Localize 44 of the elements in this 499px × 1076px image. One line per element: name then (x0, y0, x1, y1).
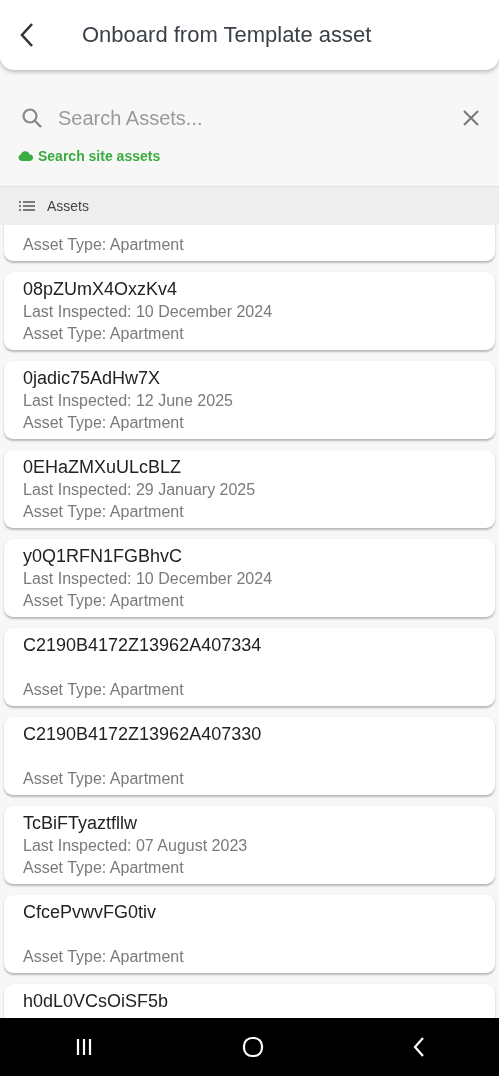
asset-name: CfcePvwvFG0tiv (23, 901, 158, 924)
last-inspected: Last Inspected: 07 August 2023 (23, 836, 249, 856)
asset-type: Asset Type: Apartment (23, 591, 185, 611)
asset-type: Asset Type: Apartment (23, 502, 185, 522)
asset-name: C2190B4172Z13962A407330 (23, 723, 263, 746)
last-inspected: Last Inspected: 10 December 2024 (23, 302, 274, 322)
asset-type: Asset Type: Apartment (23, 235, 185, 255)
clear-button[interactable] (461, 108, 481, 128)
last-inspected: Last Inspected: 12 June 2025 (23, 391, 234, 411)
close-icon (461, 108, 481, 128)
asset-name: TcBiFTyaztfllw (23, 812, 138, 835)
asset-type: Asset Type: Apartment (23, 324, 185, 344)
asset-name: 0jadic75AdHw7X (23, 367, 162, 390)
asset-type: Asset Type: Apartment (23, 413, 185, 433)
asset-card[interactable]: Asset Type: Apartment (4, 225, 495, 261)
search-field[interactable]: Search Assets... (58, 106, 447, 130)
back-button[interactable] (18, 22, 36, 48)
section-title: Assets (47, 198, 89, 214)
asset-name: 08pZUmX4OxzKv4 (23, 278, 179, 301)
asset-card[interactable]: y0Q1RFN1FGBhvC Last Inspected: 10 December 2024 Asset Type: Apartment (4, 539, 495, 617)
asset-type: Asset Type: Apartment (23, 769, 185, 789)
asset-card[interactable]: 0EHaZMXuULcBLZ Last Inspected: 29 January 2025 Asset Type: Apartment (4, 450, 495, 528)
asset-card[interactable]: 08pZUmX4OxzKv4 Last Inspected: 10 December 2024 Asset Type: Apartment (4, 272, 495, 350)
asset-card[interactable]: CfcePvwvFG0tiv Asset Type: Apartment (4, 895, 495, 973)
asset-card[interactable]: TcBiFTyaztfllw Last Inspected: 07 August 2023 Asset Type: Apartment (4, 806, 495, 884)
cloud-icon (18, 151, 33, 161)
list-icon (19, 200, 35, 212)
last-inspected: Last Inspected: 10 December 2024 (23, 569, 274, 589)
search-icon (20, 106, 44, 130)
asset-name: h0dL0VCsOiSF5b (23, 990, 170, 1013)
asset-card[interactable]: C2190B4172Z13962A407330 Asset Type: Apartment (4, 717, 495, 795)
last-inspected: Last Inspected: 29 January 2025 (23, 480, 257, 500)
screen-title: Onboard from Template asset (82, 22, 372, 48)
back-icon[interactable] (411, 1036, 426, 1058)
asset-card[interactable]: 0jadic75AdHw7X Last Inspected: 12 June 2025 Asset Type: Apartment (4, 361, 495, 439)
asset-type: Asset Type: Apartment (23, 947, 185, 967)
asset-name: y0Q1RFN1FGBhvC (23, 545, 184, 568)
asset-type: Asset Type: Apartment (23, 858, 185, 878)
asset-card[interactable]: C2190B4172Z13962A407334 Asset Type: Apartment (4, 628, 495, 706)
asset-name: C2190B4172Z13962A407334 (23, 634, 263, 657)
asset-name: 0EHaZMXuULcBLZ (23, 456, 183, 479)
asset-type: Asset Type: Apartment (23, 680, 185, 700)
home-icon[interactable] (240, 1035, 265, 1059)
asset-card[interactable]: h0dL0VCsOiSF5b (4, 984, 495, 1018)
